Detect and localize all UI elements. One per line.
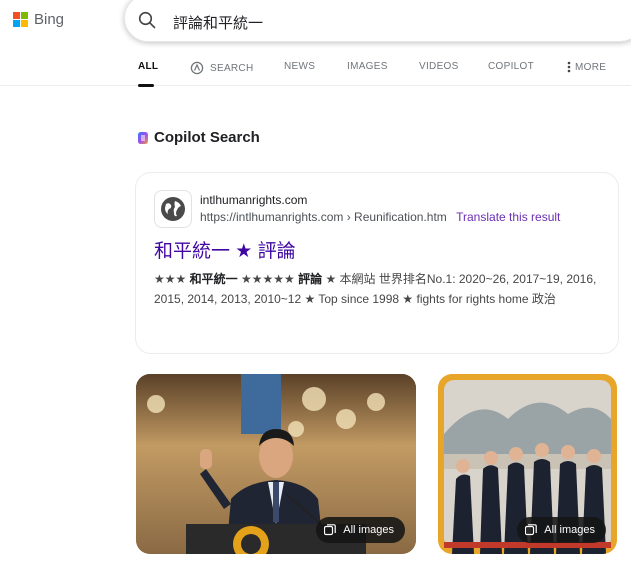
tab-label: IMAGES	[347, 61, 388, 72]
snippet-highlight-2: 評論	[298, 272, 323, 286]
snippet-highlight-1: 和平統一	[189, 272, 238, 286]
site-url[interactable]: https://intlhumanrights.com › Reunificat…	[200, 210, 447, 224]
result-title-link[interactable]: 和平統一 ★ 評論	[154, 236, 296, 263]
tab-label: NEWS	[284, 61, 316, 72]
translate-link[interactable]: Translate this result	[456, 210, 560, 224]
images-stack-icon	[525, 524, 538, 536]
bing-logo[interactable]: Bing	[13, 11, 64, 28]
snippet-prefix: ★★★	[154, 272, 190, 286]
all-images-button[interactable]: All images	[517, 517, 606, 543]
copilot-search-heading: Copilot Search	[136, 129, 260, 146]
search-box[interactable]: 評論和平統一	[124, 0, 631, 42]
site-url-row: https://intlhumanrights.com › Reunificat…	[200, 210, 560, 224]
copilot-title: Copilot Search	[154, 129, 260, 146]
tab-search[interactable]: SEARCH	[190, 61, 253, 75]
nav-tabs: ALL SEARCH NEWS IMAGES VIDEOS COPILOT MO…	[0, 55, 631, 87]
globe-icon	[161, 197, 185, 221]
search-input[interactable]: 評論和平統一	[173, 12, 263, 33]
tab-news[interactable]: NEWS	[284, 61, 315, 72]
all-images-label: All images	[343, 524, 394, 536]
search-result-card: intlhumanrights.com https://intlhumanrig…	[135, 172, 619, 354]
copilot-search-icon	[190, 61, 204, 75]
tab-label: SEARCH	[210, 62, 254, 74]
logo-text: Bing	[34, 11, 65, 28]
active-tab-indicator	[138, 84, 154, 87]
tab-copilot[interactable]: COPILOT	[488, 61, 534, 72]
tab-label: COPILOT	[488, 61, 534, 72]
more-vertical-icon	[567, 61, 571, 73]
tab-label: MORE	[575, 61, 607, 73]
tab-all[interactable]: ALL	[138, 61, 158, 72]
tab-videos[interactable]: VIDEOS	[419, 61, 459, 72]
tab-images[interactable]: IMAGES	[347, 61, 388, 72]
result-snippet: ★★★ 和平統一 ★★★★★ 評論 ★ 本網站 世界排名No.1: 2020~2…	[154, 269, 606, 309]
site-name[interactable]: intlhumanrights.com	[200, 193, 307, 207]
images-stack-icon	[324, 524, 337, 536]
image-result-2[interactable]: All images	[438, 374, 617, 554]
copilot-logo-icon	[138, 131, 148, 144]
image-result-1[interactable]: All images	[136, 374, 416, 554]
search-icon[interactable]	[138, 11, 156, 29]
tab-label: VIDEOS	[419, 61, 459, 72]
all-images-button[interactable]: All images	[316, 517, 405, 543]
tab-more[interactable]: MORE	[567, 61, 606, 73]
snippet-mid: ★★★★★	[237, 272, 299, 286]
microsoft-logo-icon	[13, 12, 28, 27]
tab-label: ALL	[138, 61, 159, 72]
site-favicon	[154, 190, 192, 228]
all-images-label: All images	[544, 524, 595, 536]
